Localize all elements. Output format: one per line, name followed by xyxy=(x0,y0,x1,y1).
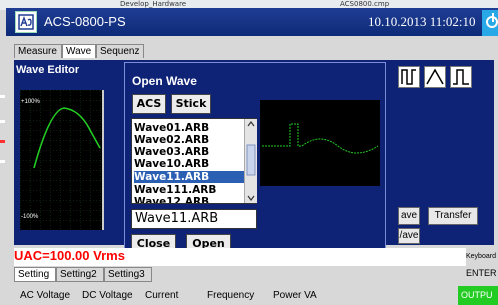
list-item[interactable]: Wave12.ARB xyxy=(134,196,244,203)
edge-marker xyxy=(0,160,5,163)
dc-voltage-button[interactable]: DC Voltage xyxy=(82,290,133,301)
output-button[interactable]: OUTPU xyxy=(458,286,498,305)
wave-editor-title: Wave Editor xyxy=(16,64,80,76)
acs-source-button[interactable]: ACS xyxy=(132,94,166,114)
tab-setting3[interactable]: Setting3 xyxy=(104,267,152,282)
app-logo-icon xyxy=(15,11,37,33)
title-bar: ACS-0800-PS 10.10.2013 11:02:10 xyxy=(6,8,498,36)
tab-setting[interactable]: Setting xyxy=(14,267,56,282)
filename-input[interactable]: Wave11.ARB xyxy=(131,209,257,229)
keyboard-button[interactable]: Keyboard xyxy=(466,248,498,266)
desktop-file-label: ACS0800.cmp xyxy=(340,0,390,8)
transfer-button[interactable]: Transfer xyxy=(428,207,478,225)
power-icon[interactable] xyxy=(482,10,498,36)
wave-load-button[interactable]: ave xyxy=(398,207,420,225)
wave-shape-icon[interactable] xyxy=(398,66,420,88)
stick-source-button[interactable]: Stick xyxy=(171,94,211,114)
list-item[interactable]: Wave02.ARB xyxy=(134,134,244,146)
y-top-label: +100% xyxy=(21,99,40,105)
tab-wave[interactable]: Wave xyxy=(62,44,96,58)
frequency-button[interactable]: Frequency xyxy=(207,290,254,301)
uac-readout: UAC=100.00 Vrms xyxy=(14,248,125,263)
edge-marker xyxy=(0,140,5,143)
power-va-button[interactable]: Power VA xyxy=(273,290,317,301)
list-item-selected[interactable]: Wave11.ARB xyxy=(134,171,244,183)
wave-preview xyxy=(260,100,380,186)
list-item[interactable]: Wave10.ARB xyxy=(134,158,244,170)
list-item[interactable]: Wave111.ARB xyxy=(134,184,244,196)
triangle-wave-icon[interactable] xyxy=(424,66,446,88)
edge-marker xyxy=(0,120,5,123)
list-item[interactable]: Wave01.ARB xyxy=(134,122,244,134)
current-button[interactable]: Current xyxy=(145,290,178,301)
tab-setting2[interactable]: Setting2 xyxy=(56,267,104,282)
edge-marker xyxy=(0,95,5,98)
list-item[interactable]: Wave03.ARB xyxy=(134,146,244,158)
tab-measure[interactable]: Measure xyxy=(14,44,62,58)
file-list-scrollbar[interactable] xyxy=(244,119,257,203)
wave-save-button[interactable]: /ave xyxy=(398,228,420,244)
ac-voltage-button[interactable]: AC Voltage xyxy=(20,290,70,301)
app-title: ACS-0800-PS xyxy=(44,14,126,29)
desktop-folder-label: Develop_Hardware xyxy=(120,0,187,8)
pulse-wave-icon[interactable] xyxy=(450,66,472,88)
file-list[interactable]: Wave01.ARB Wave02.ARB Wave03.ARB Wave10.… xyxy=(131,118,257,204)
enter-button[interactable]: ENTER xyxy=(466,268,497,278)
datetime-display: 10.10.2013 11:02:10 xyxy=(368,14,476,29)
wave-graph[interactable]: +100% -100% xyxy=(20,90,104,230)
dialog-title: Open Wave xyxy=(132,74,197,88)
y-bottom-label: -100% xyxy=(21,214,39,220)
tab-sequenz[interactable]: Sequenz xyxy=(96,44,144,58)
